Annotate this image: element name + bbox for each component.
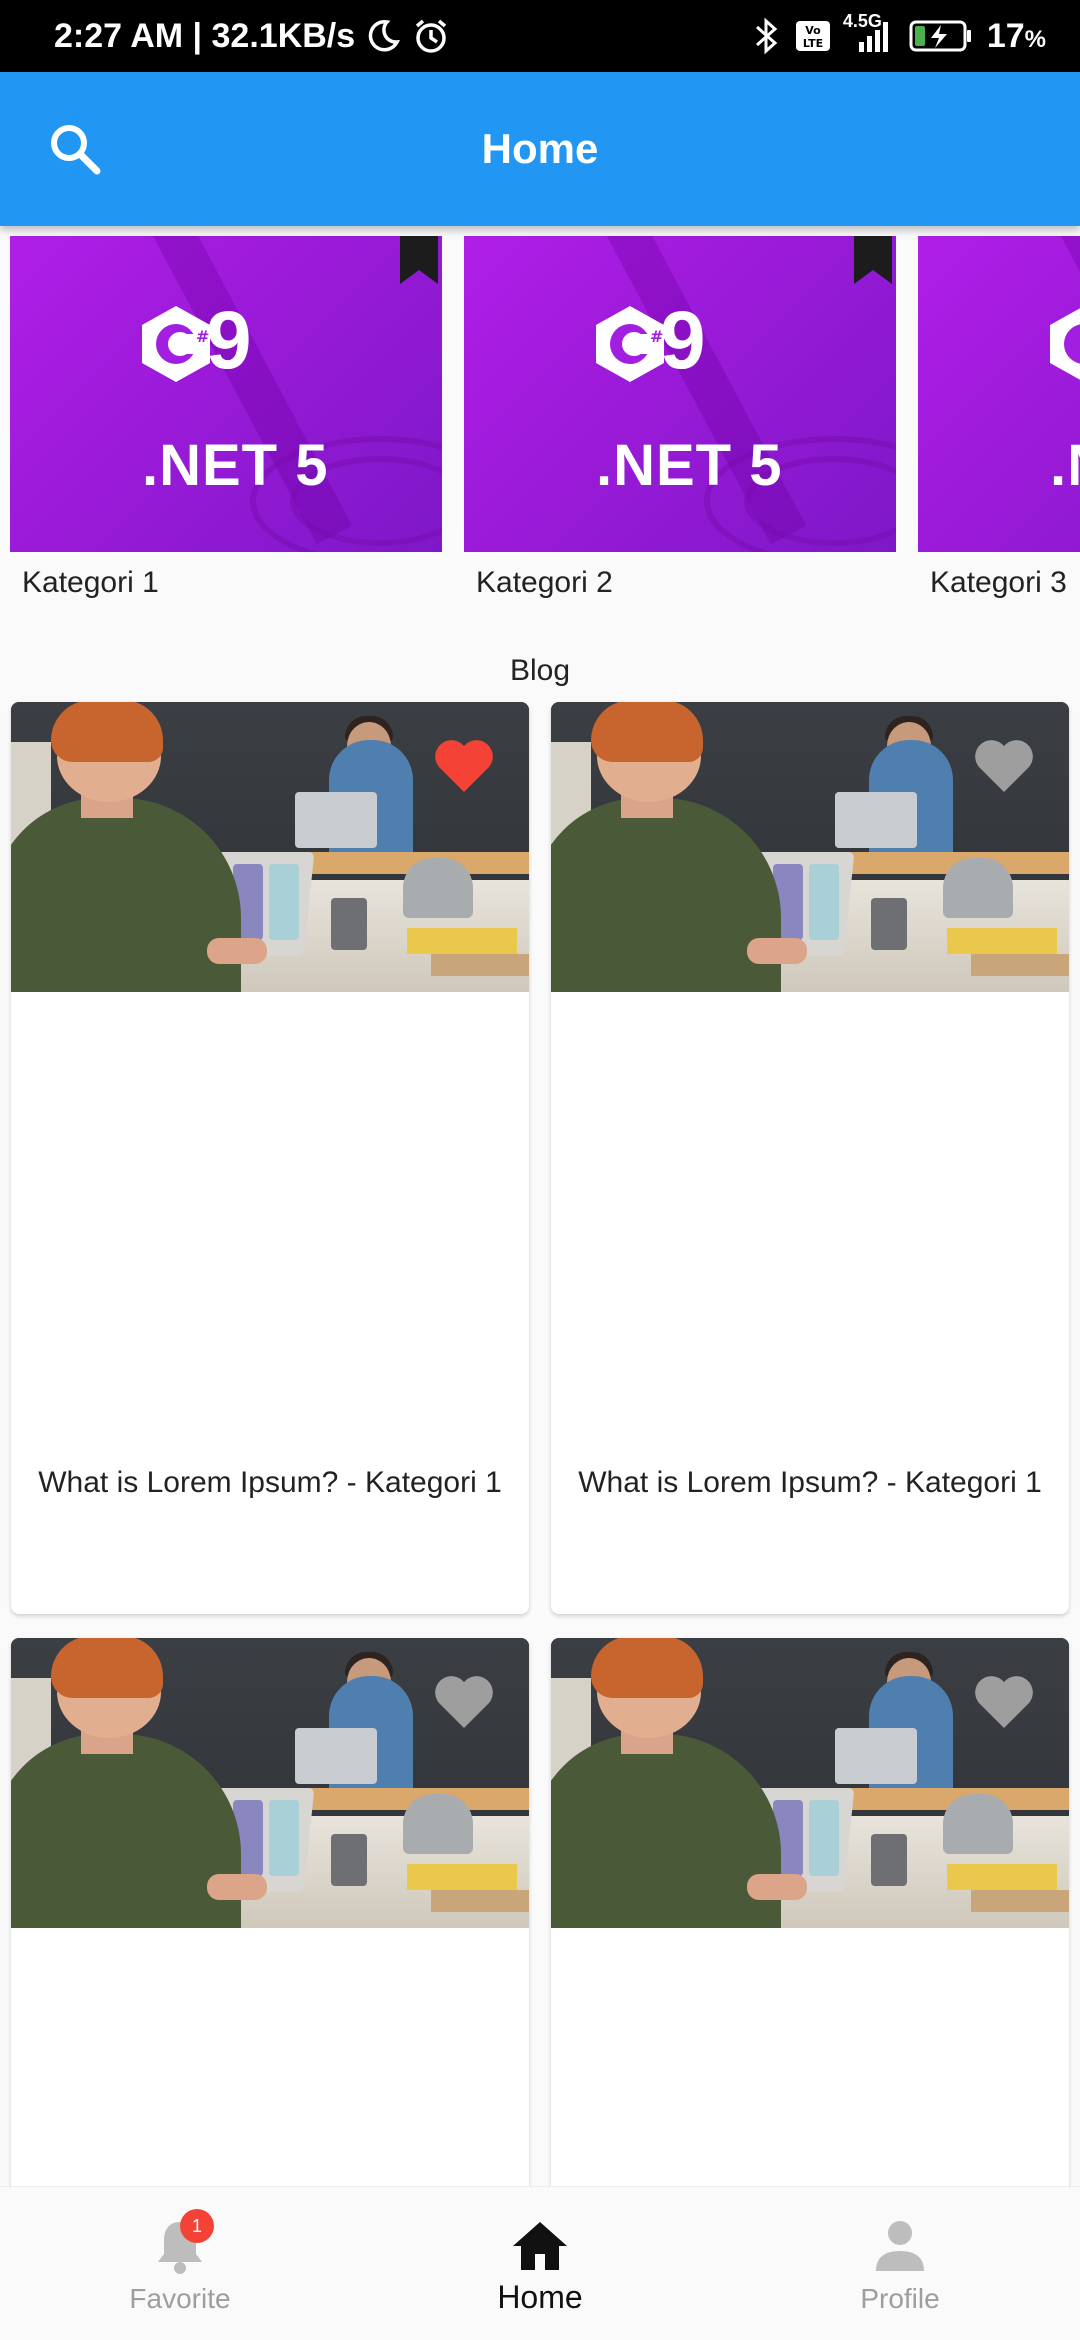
app-bar: Home: [0, 72, 1080, 226]
blog-image: [11, 1638, 529, 1928]
heart-icon[interactable]: [973, 1674, 1035, 1730]
blog-image: [11, 702, 529, 992]
blog-card[interactable]: [11, 1638, 529, 2258]
nav-home[interactable]: Home: [360, 2187, 720, 2340]
nav-profile[interactable]: Profile: [720, 2187, 1080, 2340]
blog-card[interactable]: [551, 1638, 1069, 2258]
category-label: Kategori 1: [22, 566, 159, 599]
network-type-label: 4.5G: [842, 11, 882, 31]
signal-icon: 4.5G: [843, 12, 895, 54]
time-and-speed: 2:27 AM | 32.1KB/s: [54, 16, 356, 55]
nav-label: Home: [497, 2279, 583, 2315]
nav-favorite[interactable]: 1 Favorite: [0, 2187, 360, 2340]
bottom-navigation: 1 Favorite Home Profile: [0, 2186, 1080, 2340]
csharp-logo: #: [596, 306, 664, 382]
battery-percent: 17%: [987, 17, 1046, 56]
category-label: Kategori 2: [476, 566, 613, 599]
image-text-net: .NET 5: [142, 433, 329, 498]
image-text-version: 9: [206, 295, 252, 386]
battery-value: 17: [986, 16, 1025, 55]
battery-charging-icon: [909, 19, 973, 53]
image-text-net: .NET 5: [1050, 433, 1080, 498]
svg-text:Vo: Vo: [805, 24, 821, 37]
status-right: Vo LTE 4.5G 17%: [751, 0, 1046, 72]
nav-label: Profile: [860, 2283, 940, 2314]
blog-image: [551, 702, 1069, 992]
blog-card[interactable]: What is Lorem Ipsum? - Kategori 1: [11, 702, 529, 1614]
category-card[interactable]: # 9 .NET 5 Kategori 2: [464, 236, 896, 600]
category-carousel[interactable]: # 9 .NET 5 Kategori 1 # 9 .NET 5 Kategor…: [0, 236, 1080, 616]
home-icon: [510, 2217, 570, 2275]
category-image: # 9 .NET 5: [464, 236, 896, 552]
blog-image: [551, 1638, 1069, 1928]
section-title-blog: Blog: [509, 654, 571, 687]
volte-icon: Vo LTE: [795, 20, 831, 52]
image-text-version: 9: [660, 295, 706, 386]
heart-icon[interactable]: [433, 1674, 495, 1730]
status-bar: 2:27 AM | 32.1KB/s Vo LTE 4.5G 17%: [0, 0, 1080, 72]
category-label: Kategori 3: [930, 566, 1067, 599]
svg-text:LTE: LTE: [803, 37, 823, 50]
person-icon: [870, 2217, 930, 2275]
blog-card[interactable]: What is Lorem Ipsum? - Kategori 1: [551, 702, 1069, 1614]
alarm-icon: [411, 16, 451, 56]
status-left: 2:27 AM | 32.1KB/s: [54, 0, 451, 72]
csharp-logo: #: [142, 306, 210, 382]
category-image: # 9 .NET 5: [10, 236, 442, 552]
heart-icon[interactable]: [973, 738, 1035, 794]
csharp-logo: [1050, 308, 1080, 380]
blog-title: What is Lorem Ipsum? - Kategori 1: [578, 1466, 1042, 1499]
bookmark-icon[interactable]: [400, 236, 438, 284]
blog-title: What is Lorem Ipsum? - Kategori 1: [38, 1466, 502, 1499]
bell-icon: 1: [150, 2209, 214, 2275]
heart-icon[interactable]: [433, 738, 495, 794]
nav-label: Favorite: [129, 2283, 231, 2314]
bluetooth-icon: [751, 17, 781, 55]
category-card[interactable]: 9 .NET 5 Kategori 3: [918, 236, 1080, 600]
battery-unit: %: [1024, 25, 1046, 53]
category-image: 9 .NET 5: [918, 236, 1080, 552]
notification-badge: 1: [180, 2209, 214, 2243]
image-text-net: .NET 5: [596, 433, 783, 498]
bookmark-icon[interactable]: [854, 236, 892, 284]
category-card[interactable]: # 9 .NET 5 Kategori 1: [10, 236, 442, 600]
moon-icon: [365, 18, 401, 54]
page-title: Home: [481, 125, 599, 172]
